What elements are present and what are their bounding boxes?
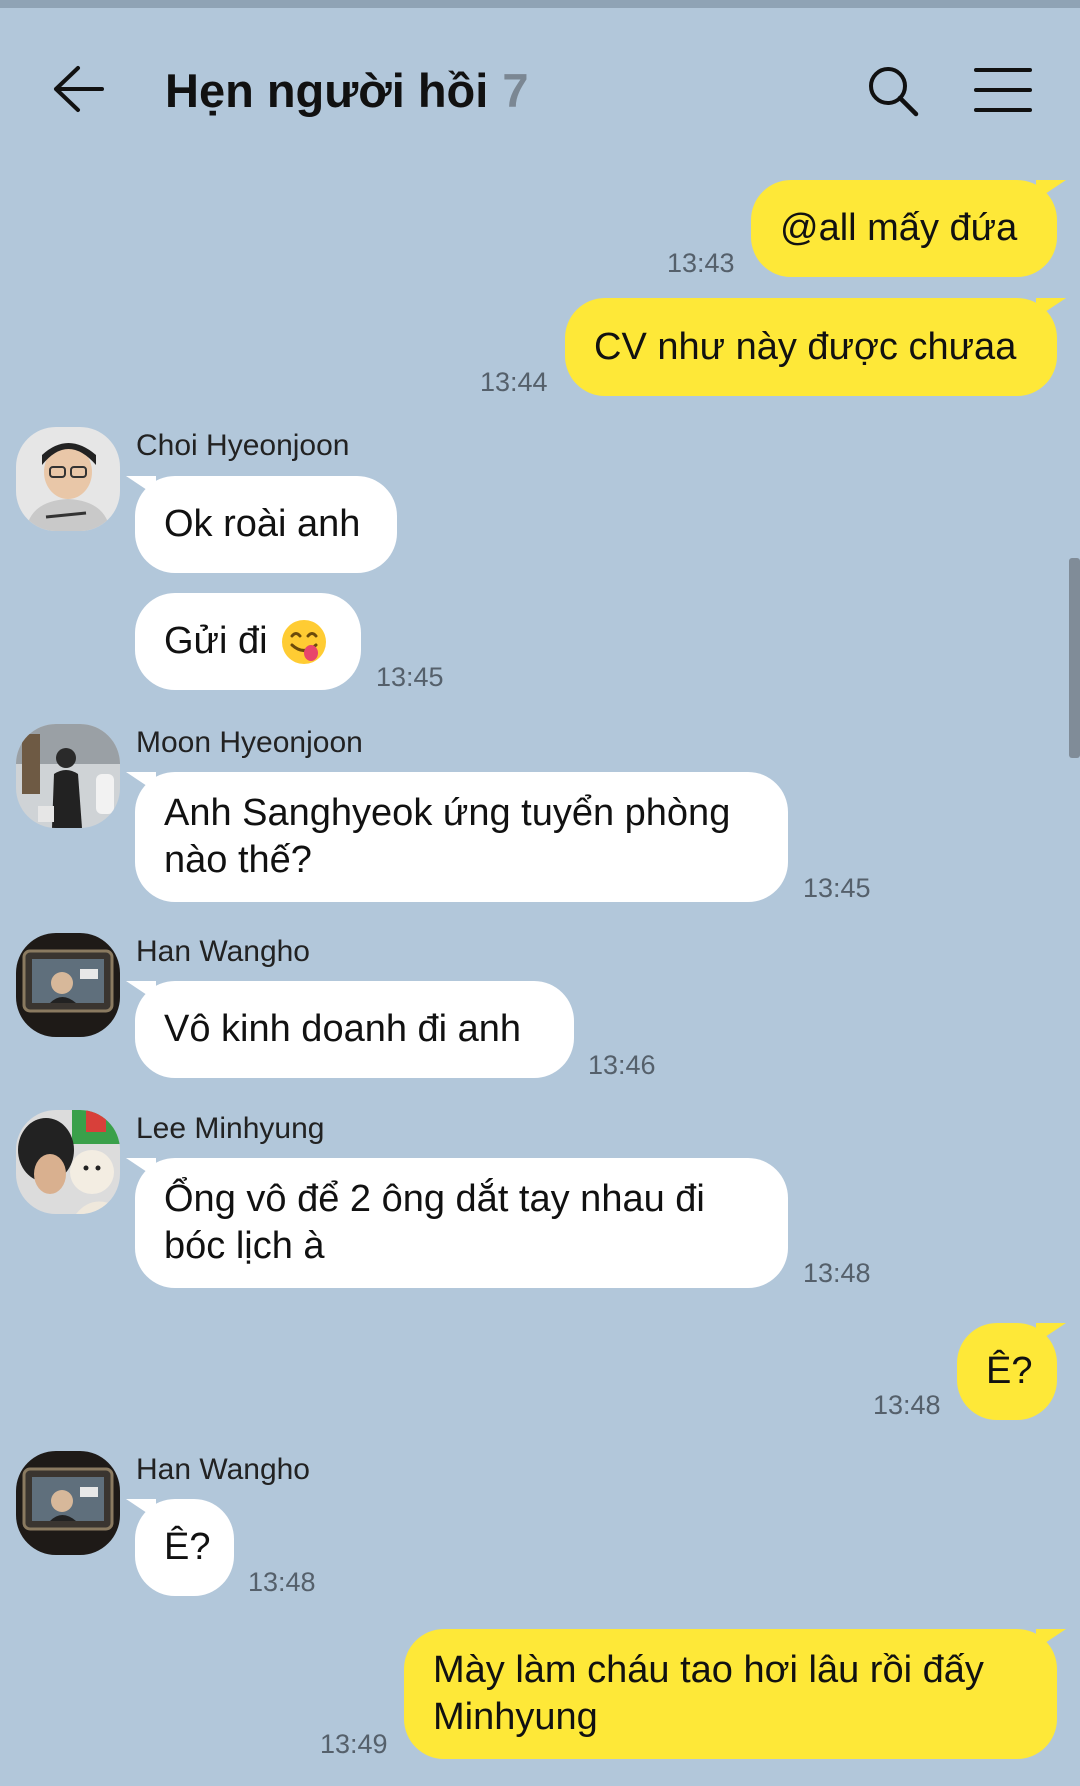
message-text: Mày làm cháu tao hơi lâu rồi đấy Minhyun… <box>433 1649 984 1738</box>
search-icon[interactable] <box>866 64 920 118</box>
my-message-bubble[interactable]: Mày làm cháu tao hơi lâu rồi đấy Minhyun… <box>404 1629 1066 1759</box>
message-text: Gửi đi <box>164 620 268 662</box>
message-time: 13:48 <box>248 1567 316 1597</box>
avatar[interactable] <box>16 1451 120 1555</box>
hamburger-menu-icon[interactable] <box>974 66 1032 114</box>
my-message-bubble[interactable]: CV như này được chưaa <box>565 298 1066 396</box>
sender-name: Han Wangho <box>136 935 310 968</box>
scrollbar[interactable] <box>1069 558 1080 758</box>
message-time: 13:46 <box>588 1050 656 1080</box>
message-time: 13:45 <box>803 873 871 903</box>
my-message-bubble[interactable]: @all mấy đứa <box>751 180 1066 277</box>
their-message-bubble[interactable]: Ê? <box>126 1499 234 1596</box>
message-text: CV như này được chưaa <box>594 325 1017 368</box>
message-time: 13:45 <box>376 662 444 692</box>
their-message-bubble[interactable]: Ổng vô để 2 ông dắt tay nhau đi bóc lịch… <box>126 1158 788 1288</box>
status-bar-edge <box>0 0 1080 8</box>
their-message-bubble[interactable]: Anh Sanghyeok ứng tuyển phòng nào thế? <box>126 772 788 902</box>
sender-name: Moon Hyeonjoon <box>136 726 363 759</box>
sender-name: Choi Hyeonjoon <box>136 429 350 462</box>
chat-name: Hẹn người hồi <box>165 64 489 117</box>
message-time: 13:48 <box>803 1258 871 1288</box>
their-message-bubble[interactable]: Vô kinh doanh đi anh <box>126 981 574 1078</box>
message-text: Ê? <box>164 1526 211 1568</box>
member-count: 7 <box>502 64 529 117</box>
message-text: Ổng vô để 2 ông dắt tay nhau đi bóc lịch… <box>164 1178 705 1267</box>
sender-name: Han Wangho <box>136 1453 310 1486</box>
message-text: @all mấy đứa <box>780 207 1018 249</box>
yum-face-emoji <box>280 618 328 666</box>
message-text: Vô kinh doanh đi anh <box>164 1008 522 1050</box>
message-text: Ê? <box>986 1350 1033 1392</box>
avatar[interactable] <box>16 427 120 531</box>
message-time: 13:44 <box>480 367 548 397</box>
arrow-left-icon[interactable] <box>52 64 104 114</box>
my-message-bubble[interactable]: Ê? <box>957 1323 1066 1420</box>
message-text: Ok roài anh <box>164 503 361 545</box>
avatar[interactable] <box>16 724 120 828</box>
avatar[interactable] <box>16 933 120 1037</box>
their-message-bubble[interactable]: Gửi đi <box>135 593 361 690</box>
message-time: 13:49 <box>320 1729 388 1759</box>
chat-header: Hẹn người hồi 7 <box>0 8 1080 158</box>
message-time: 13:48 <box>873 1390 941 1420</box>
chat-title: Hẹn người hồi 7 <box>165 62 528 120</box>
avatar[interactable] <box>16 1110 120 1214</box>
sender-name: Lee Minhyung <box>136 1112 325 1145</box>
message-time: 13:43 <box>667 248 735 278</box>
message-text: Anh Sanghyeok ứng tuyển phòng nào thế? <box>164 792 731 881</box>
their-message-bubble[interactable]: Ok roài anh <box>126 476 397 573</box>
